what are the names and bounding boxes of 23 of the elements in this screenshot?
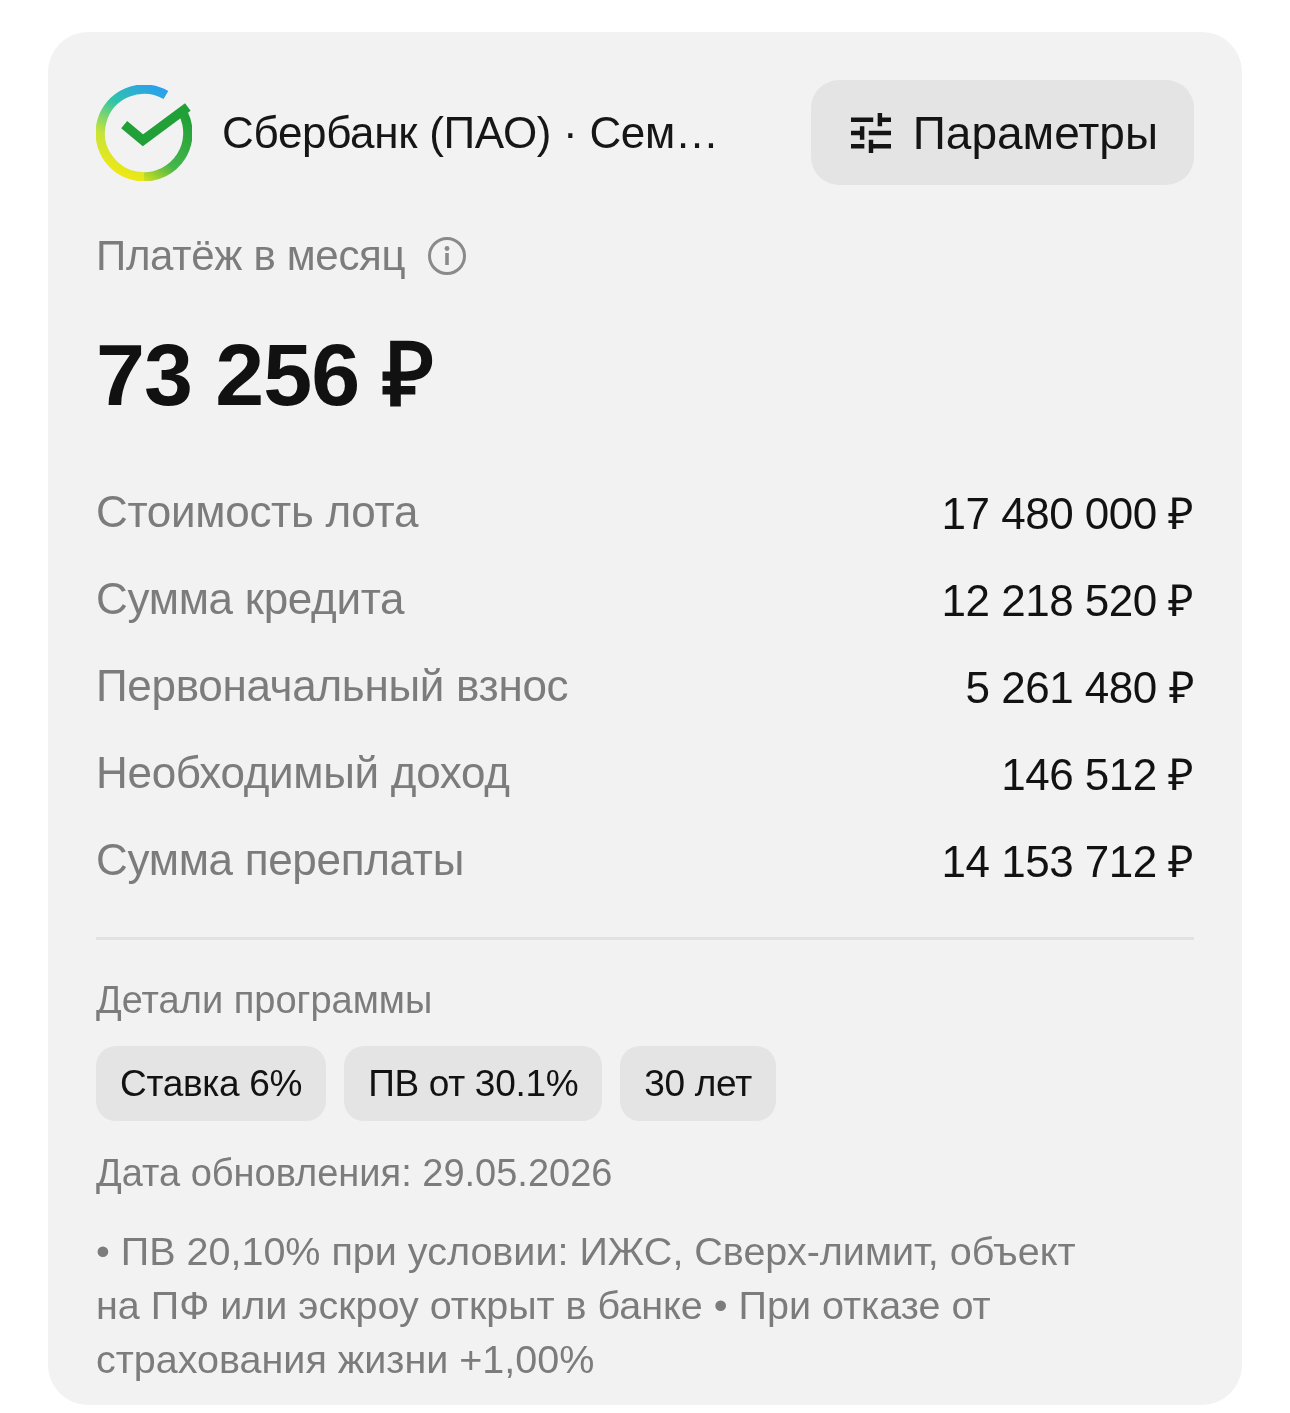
summary-label: Сумма переплаты <box>96 834 464 885</box>
info-icon[interactable] <box>427 236 468 276</box>
parameters-button[interactable]: Параметры <box>810 80 1194 185</box>
summary-value: 12 218 520 ₽ <box>941 574 1194 627</box>
program-tag: Ставка 6% <box>96 1046 327 1121</box>
summary-value: 5 261 480 ₽ <box>965 661 1194 714</box>
logo-icon <box>96 84 192 181</box>
summary-label: Сумма кредита <box>96 573 405 624</box>
summary-value: 17 480 000 ₽ <box>941 487 1194 540</box>
update-date: Дата обновления: 29.05.2026 <box>96 1151 613 1196</box>
summary-label: Необходимый доход <box>96 747 510 798</box>
summary-value: 146 512 ₽ <box>1001 748 1194 801</box>
program-tag: 30 лет <box>620 1046 776 1121</box>
payment-amount: 73 256 ₽ <box>96 325 433 425</box>
section-title: Детали программы <box>96 978 433 1023</box>
summary-label: Стоимость лота <box>96 486 419 537</box>
payment-label: Платёж в месяц <box>96 232 406 280</box>
summary-label: Первоначальный взнос <box>96 660 569 711</box>
bank-title: Сбербанк (ПАО) · Сем… <box>222 107 720 158</box>
program-tag: ПВ от 30.1% <box>344 1046 603 1121</box>
sliders-icon <box>850 112 891 153</box>
summary-value: 14 153 712 ₽ <box>941 835 1194 888</box>
program-notes: • ПВ 20,10% при условии: ИЖС, Сверх-лимит, объект на ПФ или эскроу открыт в банке • При отказе от страхования жизни +1,00% <box>96 1228 1077 1383</box>
